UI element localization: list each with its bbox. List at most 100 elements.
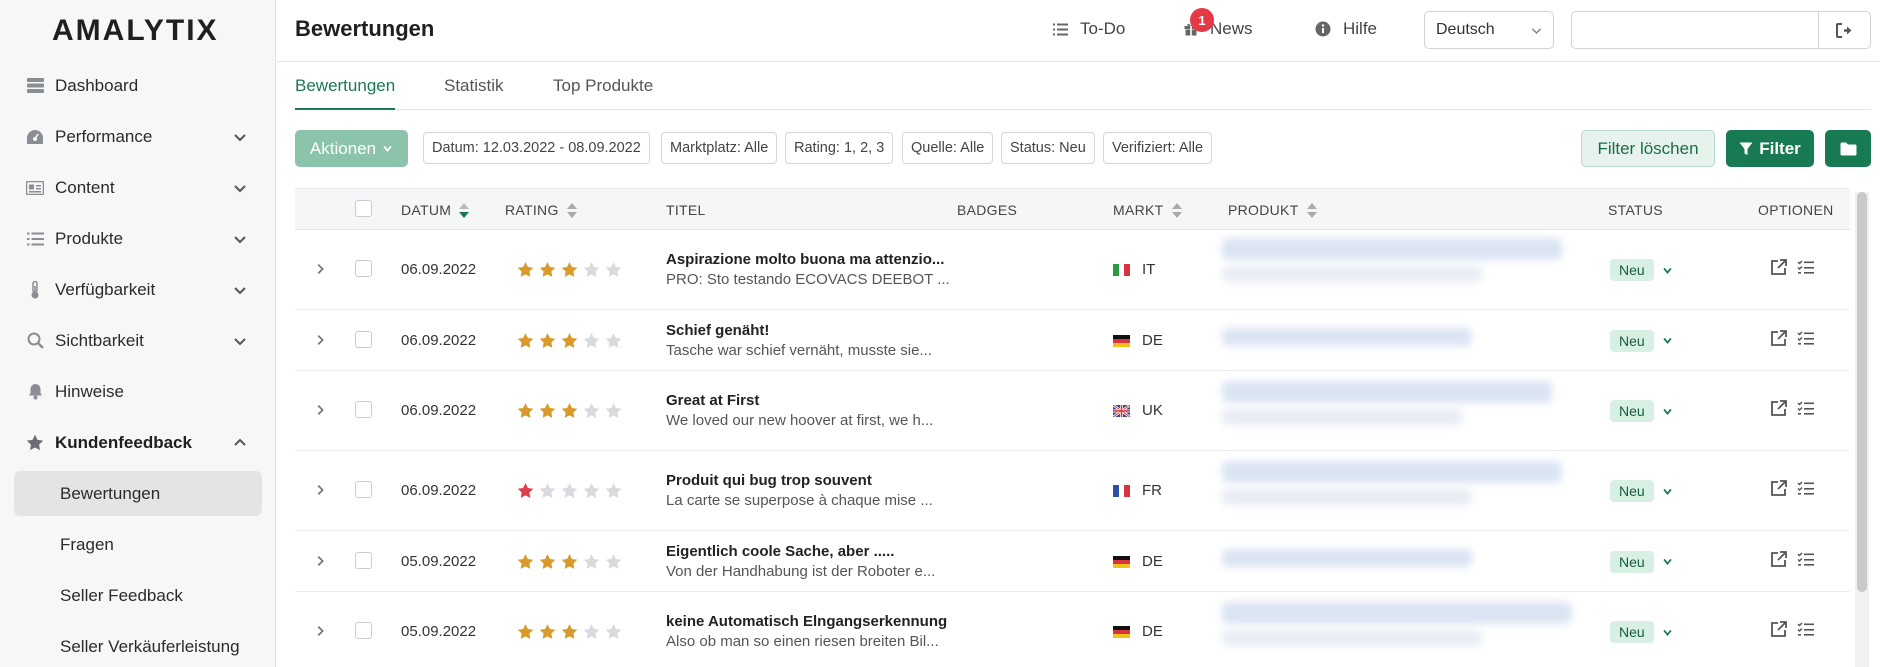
task-list-icon[interactable] xyxy=(1797,480,1814,496)
row-checkbox[interactable] xyxy=(355,401,372,418)
saved-filters-button[interactable] xyxy=(1825,130,1871,167)
chevron-down-icon xyxy=(232,231,248,247)
product-image-blurred xyxy=(1222,381,1552,403)
filter-chip-status[interactable]: Status: Neu xyxy=(1001,132,1095,164)
sidebar-item-dashboard[interactable]: Dashboard xyxy=(0,60,276,111)
external-link-icon[interactable] xyxy=(1770,400,1787,417)
review-status[interactable]: Neu xyxy=(1610,550,1673,573)
star-filled-icon xyxy=(517,483,534,498)
app-logo[interactable]: AMALYTIX xyxy=(52,14,219,48)
star-filled-icon xyxy=(539,553,556,569)
column-header-rating[interactable]: RATING xyxy=(505,202,577,218)
review-rating xyxy=(517,623,627,640)
table-row[interactable]: 06.09.2022 Produit qui bug trop souvent … xyxy=(295,451,1850,531)
task-list-icon[interactable] xyxy=(1797,551,1814,567)
sort-icon xyxy=(566,202,577,218)
column-header-datum[interactable]: DATUM xyxy=(401,202,470,218)
search-input[interactable] xyxy=(1572,12,1817,48)
external-link-icon[interactable] xyxy=(1770,259,1787,276)
sidebar-subitem-fragen[interactable]: Fragen xyxy=(0,519,276,570)
row-expand-button[interactable] xyxy=(313,262,327,280)
review-status[interactable]: Neu xyxy=(1610,400,1673,422)
sidebar-subitem-bewertungen[interactable]: Bewertungen xyxy=(14,471,262,516)
review-title-cell[interactable]: Produit qui bug trop souvent La carte se… xyxy=(666,472,933,509)
sidebar-item-produkte[interactable]: Produkte xyxy=(0,213,276,264)
tab-bewertungen[interactable]: Bewertungen xyxy=(295,76,396,110)
table-row[interactable]: 06.09.2022 Aspirazione molto buona ma at… xyxy=(295,230,1850,310)
review-snippet: Von der Handhabung ist der Roboter e... xyxy=(666,562,936,580)
review-title-cell[interactable]: Aspirazione molto buona ma attenzio... P… xyxy=(666,251,950,288)
filter-chip-rating[interactable]: Rating: 1, 2, 3 xyxy=(785,132,894,164)
row-expand-button[interactable] xyxy=(313,483,327,501)
todo-link[interactable]: To-Do xyxy=(1053,19,1125,39)
page-title: Bewertungen xyxy=(295,16,435,41)
filter-chip-quelle[interactable]: Quelle: Alle xyxy=(902,132,994,164)
external-link-icon[interactable] xyxy=(1770,480,1787,497)
review-rating xyxy=(517,402,627,419)
review-title-cell[interactable]: Schief genäht! Tasche war schief vernäht… xyxy=(666,322,932,359)
row-checkbox[interactable] xyxy=(355,622,372,639)
review-status[interactable]: Neu xyxy=(1610,329,1673,352)
help-link[interactable]: Hilfe xyxy=(1315,19,1377,39)
row-checkbox[interactable] xyxy=(355,260,372,277)
row-checkbox[interactable] xyxy=(355,551,372,569)
row-expand-button[interactable] xyxy=(313,333,327,351)
table-row[interactable]: 06.09.2022 Great at First We loved our n… xyxy=(295,371,1850,451)
review-status[interactable]: Neu xyxy=(1610,621,1673,643)
filter-chip-marktplatz[interactable]: Marktplatz: Alle xyxy=(661,132,778,164)
sidebar-nav: Dashboard Performance Content Produkte V… xyxy=(0,60,276,667)
review-title-cell[interactable]: Great at First We loved our new hoover a… xyxy=(666,392,933,429)
task-list-icon[interactable] xyxy=(1797,259,1814,275)
sidebar-subitem-seller-feedback[interactable]: Seller Feedback xyxy=(0,570,276,621)
filter-chip-verifiziert[interactable]: Verifiziert: Alle xyxy=(1103,132,1213,164)
sidebar-item-content[interactable]: Content xyxy=(0,162,276,213)
tab-top-produkte[interactable]: Top Produkte xyxy=(553,76,653,110)
select-all-checkbox[interactable] xyxy=(355,200,372,217)
sidebar-item-verfuegbarkeit[interactable]: Verfügbarkeit xyxy=(0,264,276,315)
row-expand-button[interactable] xyxy=(313,624,327,642)
row-checkbox[interactable] xyxy=(355,330,372,348)
sidebar-item-performance[interactable]: Performance xyxy=(0,111,276,162)
gauge-icon xyxy=(26,128,44,146)
table-scrollbar[interactable] xyxy=(1855,192,1869,667)
star-filled-icon xyxy=(517,403,534,418)
logout-button[interactable] xyxy=(1818,12,1870,48)
review-date: 06.09.2022 xyxy=(401,482,477,499)
table-row[interactable]: 05.09.2022 keine Automatisch Elngangserk… xyxy=(295,592,1850,667)
external-link-icon[interactable] xyxy=(1770,621,1787,638)
sidebar-item-kundenfeedback[interactable]: Kundenfeedback xyxy=(0,417,276,468)
external-link-icon[interactable] xyxy=(1770,550,1787,568)
row-expand-button[interactable] xyxy=(313,554,327,572)
task-list-icon[interactable] xyxy=(1797,400,1814,416)
task-list-icon[interactable] xyxy=(1797,621,1814,637)
review-status[interactable]: Neu xyxy=(1610,480,1673,502)
row-options xyxy=(1770,259,1814,276)
column-header-markt[interactable]: MARKT xyxy=(1113,202,1182,218)
task-list-icon[interactable] xyxy=(1797,330,1814,346)
review-status[interactable]: Neu xyxy=(1610,259,1673,281)
clear-filter-button[interactable]: Filter löschen xyxy=(1581,130,1715,167)
scrollbar-thumb[interactable] xyxy=(1857,192,1867,592)
sidebar-item-sichtbarkeit[interactable]: Sichtbarkeit xyxy=(0,315,276,366)
star-empty-icon xyxy=(583,624,600,639)
product-image-blurred xyxy=(1222,461,1562,483)
row-expand-button[interactable] xyxy=(313,403,327,421)
review-title-cell[interactable]: Eigentlich coole Sache, aber ..... Von d… xyxy=(666,543,935,580)
review-title: Eigentlich coole Sache, aber ..... xyxy=(666,542,895,560)
review-title-cell[interactable]: keine Automatisch Elngangserkennung Also… xyxy=(666,613,947,650)
tab-statistik[interactable]: Statistik xyxy=(444,76,504,110)
sidebar-item-hinweise[interactable]: Hinweise xyxy=(0,366,276,417)
column-header-produkt[interactable]: PRODUKT xyxy=(1228,202,1317,218)
table-row[interactable]: 05.09.2022 Eigentlich coole Sache, aber … xyxy=(295,531,1850,592)
info-icon xyxy=(1315,21,1331,37)
external-link-icon[interactable] xyxy=(1770,329,1787,347)
row-checkbox[interactable] xyxy=(355,481,372,498)
filter-chip-datum[interactable]: Datum: 12.03.2022 - 08.09.2022 xyxy=(423,132,650,164)
star-filled-icon xyxy=(539,624,556,639)
sidebar-item-label: Produkte xyxy=(55,228,124,248)
actions-dropdown-button[interactable]: Aktionen xyxy=(295,130,408,167)
sidebar-subitem-seller-verkaeuferleistung[interactable]: Seller Verkäuferleistung xyxy=(0,621,276,667)
language-select[interactable]: Deutsch xyxy=(1424,11,1554,49)
filter-button[interactable]: Filter xyxy=(1726,130,1814,167)
table-row[interactable]: 06.09.2022 Schief genäht! Tasche war sch… xyxy=(295,310,1850,371)
